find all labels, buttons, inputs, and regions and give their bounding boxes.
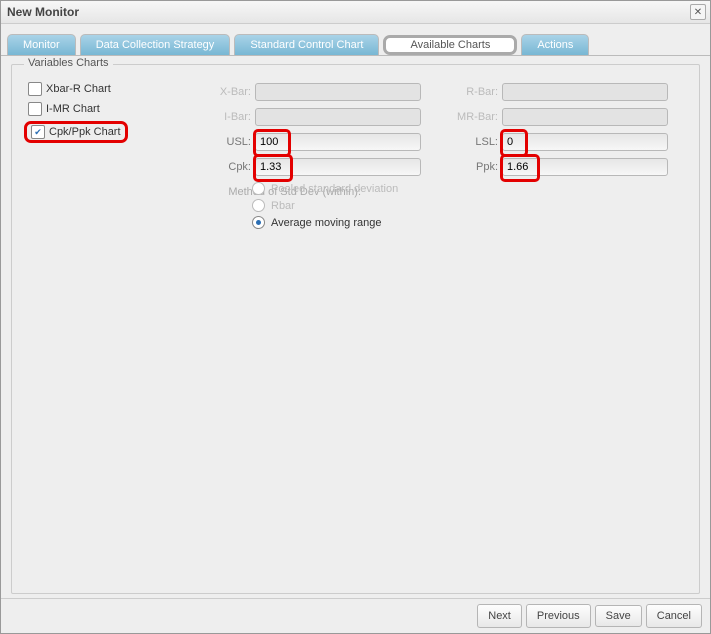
ppk-input[interactable]	[502, 158, 668, 176]
ibar-input	[255, 108, 421, 126]
imr-chart-option[interactable]: I-MR Chart	[24, 101, 104, 117]
radio-pooled: Pooled standard deviation	[252, 182, 687, 195]
rbar-input	[502, 83, 668, 101]
variables-charts-fieldset: Variables Charts Xbar-R Chart I-MR Chart…	[11, 64, 700, 594]
cpk-ppk-chart-option[interactable]: ✔ Cpk/Ppk Chart	[24, 121, 128, 143]
lsl-input[interactable]	[502, 133, 668, 151]
form-columns: Xbar-R Chart I-MR Chart ✔ Cpk/Ppk Chart …	[24, 81, 687, 198]
checkbox-icon	[28, 82, 42, 96]
xbar-r-chart-option[interactable]: Xbar-R Chart	[24, 81, 115, 97]
usl-input[interactable]	[255, 133, 421, 151]
save-button[interactable]: Save	[595, 605, 642, 627]
option-label: Cpk/Ppk Chart	[49, 126, 121, 138]
cancel-button[interactable]: Cancel	[646, 604, 702, 628]
chart-type-column: Xbar-R Chart I-MR Chart ✔ Cpk/Ppk Chart	[24, 81, 174, 198]
xbar-label: X-Bar:	[196, 86, 251, 98]
radio-icon	[252, 182, 265, 195]
option-label: Xbar-R Chart	[46, 83, 111, 95]
new-monitor-dialog: New Monitor ✕ Monitor Data Collection St…	[0, 0, 711, 634]
radio-label: Pooled standard deviation	[271, 183, 398, 195]
rbar-label: R-Bar:	[443, 86, 498, 98]
radio-icon	[252, 199, 265, 212]
radio-average-moving-range[interactable]: Average moving range	[252, 216, 687, 229]
cpk-input[interactable]	[255, 158, 421, 176]
mid-fields-column: X-Bar: I-Bar: USL: Cpk:	[196, 81, 421, 198]
tab-bar: Monitor Data Collection Strategy Standar…	[1, 24, 710, 55]
option-label: I-MR Chart	[46, 103, 100, 115]
xbar-input	[255, 83, 421, 101]
checkbox-icon: ✔	[31, 125, 45, 139]
lsl-label: LSL:	[443, 136, 498, 148]
cpk-label: Cpk:	[196, 161, 251, 173]
mrbar-label: MR-Bar:	[443, 111, 498, 123]
radio-label: Average moving range	[271, 217, 381, 229]
fieldset-legend: Variables Charts	[24, 57, 113, 69]
previous-button[interactable]: Previous	[526, 604, 591, 628]
radio-rbar: Rbar	[252, 199, 687, 212]
std-dev-radio-group: Pooled standard deviation Rbar Average m…	[248, 182, 687, 233]
usl-label: USL:	[196, 136, 251, 148]
tab-data-collection-strategy[interactable]: Data Collection Strategy	[80, 34, 231, 55]
close-icon[interactable]: ✕	[690, 4, 706, 20]
tab-standard-control-chart[interactable]: Standard Control Chart	[234, 34, 379, 55]
tab-actions[interactable]: Actions	[521, 34, 589, 55]
right-fields-column: R-Bar: MR-Bar: LSL: Ppk:	[443, 81, 668, 198]
tab-monitor[interactable]: Monitor	[7, 34, 76, 55]
checkbox-icon	[28, 102, 42, 116]
radio-label: Rbar	[271, 200, 295, 212]
next-button[interactable]: Next	[477, 604, 522, 628]
mrbar-input	[502, 108, 668, 126]
footer-buttons: Next Previous Save Cancel	[1, 598, 710, 633]
ibar-label: I-Bar:	[196, 111, 251, 123]
tab-available-charts[interactable]: Available Charts	[383, 35, 517, 55]
ppk-label: Ppk:	[443, 161, 498, 173]
window-title: New Monitor	[7, 5, 79, 19]
radio-icon	[252, 216, 265, 229]
content-area: Variables Charts Xbar-R Chart I-MR Chart…	[1, 55, 710, 598]
titlebar: New Monitor ✕	[1, 1, 710, 24]
